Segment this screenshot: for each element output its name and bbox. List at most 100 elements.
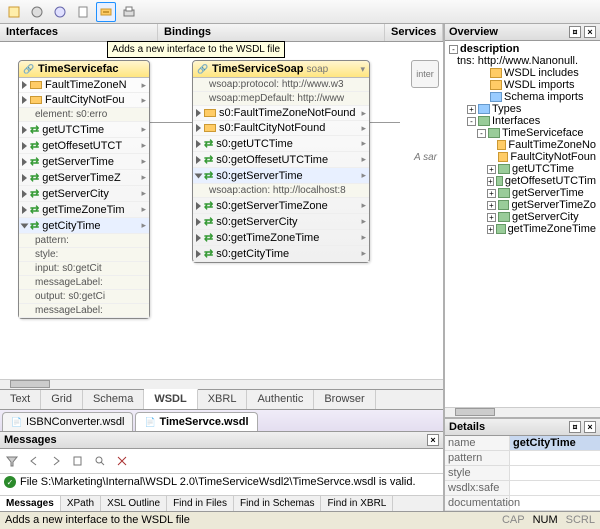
chevron-icon[interactable]: ▸ [141,220,146,231]
expand-icon[interactable] [22,190,27,198]
interface-row[interactable]: ⇄ getServerTime ▸ [19,154,149,170]
shape-header[interactable]: 🔗 TimeServiceSoap soap ▾ [193,61,369,78]
tb-btn-3[interactable] [50,2,70,22]
viewtab-xbrl[interactable]: XBRL [198,390,248,409]
expand-icon[interactable]: + [467,105,476,114]
expand-icon[interactable]: - [467,117,476,126]
chevron-icon[interactable]: ▸ [141,204,146,215]
chevron-icon[interactable]: ▸ [141,188,146,199]
interface-row[interactable]: FaultCityNotFou ▸ [19,93,149,108]
binding-shape[interactable]: 🔗 TimeServiceSoap soap ▾ wsoap:protocol:… [192,60,370,263]
msgtab-3[interactable]: Find in Files [167,496,234,511]
binding-row[interactable]: ⇄ s0:getServerTime ▸ [193,168,369,184]
chevron-icon[interactable]: ▸ [141,124,146,135]
interface-row[interactable]: ⇄ getServerTimeZ ▸ [19,170,149,186]
msg-tb-1[interactable] [2,451,22,471]
chevron-icon[interactable]: ▸ [361,123,366,134]
expand-icon[interactable]: + [487,189,496,198]
pin-icon[interactable]: ¤ [569,421,581,433]
expand-icon[interactable] [21,223,29,228]
expand-icon[interactable]: + [487,201,496,210]
detail-value[interactable] [510,466,600,480]
tb-btn-6[interactable] [119,2,139,22]
expand-icon[interactable] [195,173,203,178]
overview-scroll[interactable] [445,407,600,417]
expand-icon[interactable]: + [487,225,494,234]
tree-tns[interactable]: tns: http://www.Nanonull. [447,55,598,67]
service-shape-collapsed[interactable]: inter [411,60,439,88]
tb-btn-1[interactable] [4,2,24,22]
tb-btn-4[interactable] [73,2,93,22]
tree-item[interactable]: +getUTCTime [447,163,598,175]
interface-row[interactable]: FaultTimeZoneN ▸ [19,78,149,93]
tree-item[interactable]: +getOffesetUTCTim [447,175,598,187]
close-icon[interactable]: × [427,434,439,446]
msg-tb-5[interactable] [90,451,110,471]
chevron-icon[interactable]: ▸ [141,95,146,106]
expand-icon[interactable] [196,202,201,210]
interface-row[interactable]: ⇄ getCityTime ▸ [19,218,149,234]
detail-row[interactable]: namegetCityTime [445,436,600,451]
msg-tb-4[interactable] [68,451,88,471]
msg-tb-6[interactable] [112,451,132,471]
expand-icon[interactable] [196,109,201,117]
tree-item[interactable]: WSDL includes [447,67,598,79]
interface-shape[interactable]: 🔗 TimeServicefac FaultTimeZoneN ▸ FaultC… [18,60,150,319]
expand-icon[interactable] [22,158,27,166]
tree-item[interactable]: WSDL imports [447,79,598,91]
detail-row[interactable]: pattern [445,451,600,466]
expand-icon[interactable] [196,140,201,148]
close-icon[interactable]: × [584,26,596,38]
chevron-icon[interactable]: ▸ [141,80,146,91]
col-interfaces[interactable]: Interfaces [0,24,158,41]
expand-icon[interactable] [22,126,27,134]
msg-tb-3[interactable] [46,451,66,471]
chevron-icon[interactable]: ▸ [361,232,366,243]
chevron-icon[interactable]: ▸ [361,200,366,211]
expand-icon[interactable] [196,218,201,226]
binding-row[interactable]: s0:FaultCityNotFound ▸ [193,121,369,136]
chevron-icon[interactable]: ▸ [361,216,366,227]
expand-icon[interactable]: - [477,129,486,138]
msgtab-0[interactable]: Messages [0,496,61,511]
msgtab-5[interactable]: Find in XBRL [321,496,393,511]
interface-row[interactable]: ⇄ getUTCTime ▸ [19,122,149,138]
viewtab-grid[interactable]: Grid [41,390,83,409]
binding-row[interactable]: ⇄ s0:getUTCTime ▸ [193,136,369,152]
expand-icon[interactable] [196,250,201,258]
detail-row[interactable]: wsdlx:safe [445,481,600,496]
binding-row[interactable]: ⇄ s0:getCityTime ▸ [193,246,369,262]
detail-value[interactable] [510,496,600,510]
detail-value[interactable]: getCityTime [510,436,600,450]
detail-value[interactable] [510,451,600,465]
viewtab-authentic[interactable]: Authentic [247,390,314,409]
tb-btn-2[interactable] [27,2,47,22]
interface-row[interactable]: ⇄ getOffesetUTCT ▸ [19,138,149,154]
viewtab-wsdl[interactable]: WSDL [144,389,197,409]
expand-icon[interactable] [22,81,27,89]
filetab[interactable]: 📄ISBNConverter.wsdl [2,412,133,431]
chevron-icon[interactable]: ▸ [361,138,366,149]
msg-tb-2[interactable] [24,451,44,471]
diagram-canvas[interactable]: 🔗 TimeServicefac FaultTimeZoneN ▸ FaultC… [0,42,443,379]
detail-value[interactable] [510,481,600,495]
chevron-icon[interactable]: ▸ [361,170,366,181]
expand-icon[interactable]: + [487,165,496,174]
detail-row[interactable]: documentation [445,496,600,511]
collapse-icon[interactable]: - [449,45,458,54]
chevron-icon[interactable]: ▸ [141,172,146,183]
expand-icon[interactable] [22,174,27,182]
tree-item[interactable]: +getServerTime [447,187,598,199]
tree-item[interactable]: +Types [447,103,598,115]
col-bindings[interactable]: Bindings [158,24,385,41]
expand-icon[interactable] [22,206,27,214]
expand-icon[interactable] [196,156,201,164]
detail-row[interactable]: style [445,466,600,481]
binding-row[interactable]: ⇄ s0:getTimeZoneTime ▸ [193,230,369,246]
tree-item[interactable]: +getServerTimeZo [447,199,598,211]
expand-icon[interactable]: + [487,177,494,186]
msgtab-2[interactable]: XSL Outline [101,496,167,511]
chevron-icon[interactable]: ▸ [141,140,146,151]
binding-row[interactable]: ⇄ s0:getServerCity ▸ [193,214,369,230]
tree-root[interactable]: - description [447,43,598,55]
